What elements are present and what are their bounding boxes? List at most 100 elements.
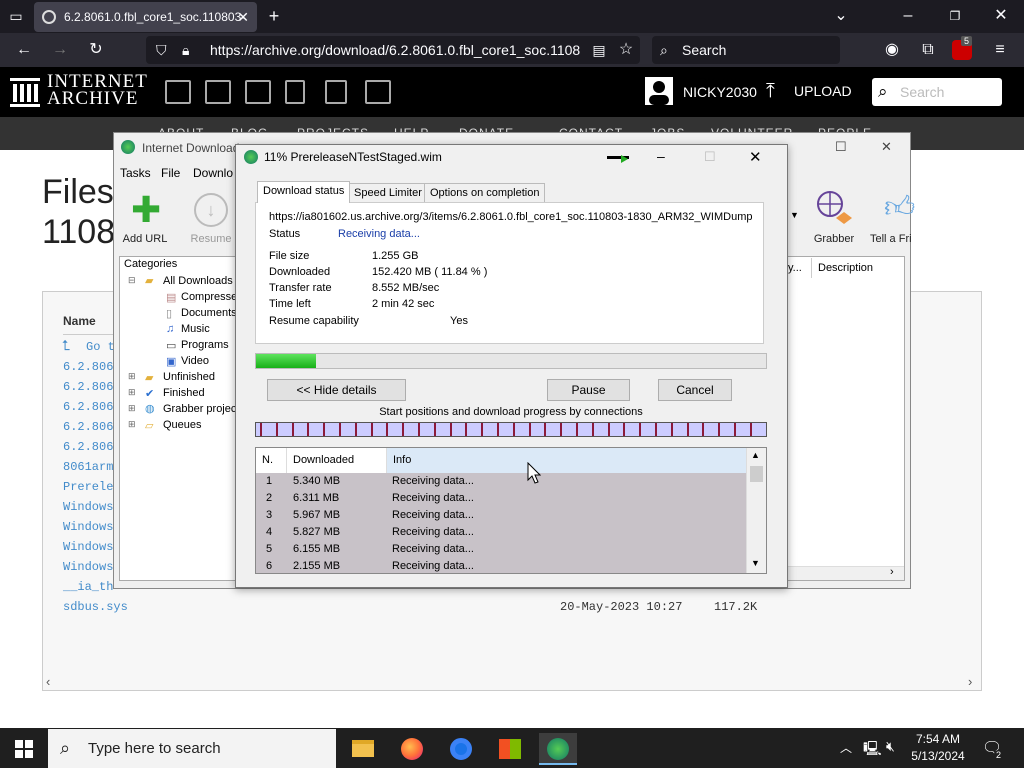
- category-all-downloads[interactable]: All Downloads: [163, 275, 233, 287]
- category-music[interactable]: Music: [181, 323, 210, 335]
- column-description-header[interactable]: Description: [818, 262, 873, 274]
- list-item[interactable]: sdbus.sys: [63, 600, 128, 614]
- account-icon[interactable]: ◉: [880, 38, 904, 62]
- web-icon[interactable]: [165, 80, 191, 104]
- table-row[interactable]: 1 5.340 MB Receiving data...: [256, 473, 747, 490]
- firefox-icon[interactable]: [393, 733, 431, 765]
- restore-icon[interactable]: ❐: [943, 4, 967, 28]
- list-item[interactable]: 6.2.806: [63, 400, 113, 414]
- dialog-maximize-icon[interactable]: ☐: [704, 149, 716, 165]
- category-finished[interactable]: Finished: [163, 387, 205, 399]
- tell-a-friend-icon[interactable]: 👍︎: [884, 192, 915, 224]
- dialog-minimize-icon[interactable]: –: [657, 148, 665, 164]
- list-item[interactable]: 6.2.806: [63, 360, 113, 374]
- idm-menu-tasks[interactable]: Tasks: [120, 166, 151, 180]
- column-size-header[interactable]: y...: [788, 262, 802, 274]
- list-item[interactable]: Prerele: [63, 480, 113, 494]
- idm-menu-file[interactable]: File: [161, 166, 180, 180]
- tab-download-status[interactable]: Download status: [257, 181, 351, 203]
- add-url-button[interactable]: Add URL: [120, 233, 170, 245]
- list-item[interactable]: 6.2.806: [63, 420, 113, 434]
- list-item[interactable]: Windows: [63, 540, 113, 554]
- taskbar-search-box[interactable]: ⌕ Type here to search: [48, 729, 336, 768]
- column-downloaded-header[interactable]: Downloaded: [287, 448, 387, 473]
- scroll-right-icon[interactable]: ›: [968, 674, 972, 689]
- tree-expand-icon[interactable]: ⊞: [128, 371, 136, 382]
- name-column-header[interactable]: Name: [63, 314, 96, 328]
- back-icon[interactable]: ←: [12, 38, 36, 62]
- list-item[interactable]: Windows: [63, 500, 113, 514]
- category-grabber-projects[interactable]: Grabber projec: [163, 403, 236, 415]
- username-link[interactable]: NICKY2030: [683, 84, 757, 100]
- url-bar[interactable]: ⛉ 🔒︎ https://archive.org/download/6.2.80…: [146, 36, 640, 64]
- browser-search-box[interactable]: ⌕ Search: [652, 36, 840, 64]
- list-item[interactable]: Windows: [63, 560, 113, 574]
- list-item[interactable]: Windows: [63, 520, 113, 534]
- scrollbar-thumb[interactable]: [750, 466, 763, 482]
- network-icon[interactable]: 🖳︎: [863, 738, 882, 762]
- scroll-right-icon[interactable]: ›: [890, 566, 894, 578]
- volume-muted-icon[interactable]: 🔇︎: [886, 738, 895, 755]
- tab-speed-limiter[interactable]: Speed Limiter: [348, 183, 428, 202]
- taskbar-clock[interactable]: 7:54 AM 5/13/2024: [906, 731, 970, 765]
- list-item[interactable]: 6.2.806: [63, 440, 113, 454]
- dialog-close-icon[interactable]: ✕: [749, 148, 762, 166]
- texts-icon[interactable]: [205, 80, 231, 104]
- microsoft-store-icon[interactable]: [491, 733, 529, 765]
- category-documents[interactable]: Documents: [181, 307, 237, 319]
- table-row[interactable]: 4 5.827 MB Receiving data...: [256, 524, 747, 541]
- reload-icon[interactable]: ↻: [84, 38, 108, 62]
- reader-view-icon[interactable]: ▤: [587, 38, 611, 62]
- software-icon[interactable]: [325, 80, 347, 104]
- minimize-icon[interactable]: –: [896, 4, 920, 28]
- bookmark-star-icon[interactable]: ☆: [614, 38, 638, 62]
- list-all-tabs-icon[interactable]: ⌄: [829, 4, 853, 28]
- archive-logo-text[interactable]: INTERNET ARCHIVE: [47, 72, 148, 108]
- tree-expand-icon[interactable]: ⊞: [128, 403, 136, 414]
- tree-expand-icon[interactable]: ⊞: [128, 419, 136, 430]
- close-window-icon[interactable]: ✕: [989, 4, 1013, 28]
- chrome-icon[interactable]: [442, 733, 480, 765]
- column-info-header[interactable]: Info: [387, 448, 747, 473]
- horizontal-scrollbar[interactable]: [786, 566, 904, 580]
- show-hidden-icons-icon[interactable]: ︿: [840, 739, 852, 756]
- upload-link[interactable]: UPLOAD: [794, 83, 852, 99]
- resume-icon[interactable]: ↓: [194, 193, 228, 227]
- archive-logo-icon[interactable]: [10, 76, 40, 108]
- browser-tab-active[interactable]: 6.2.8061.0.fbl_core1_soc.110803- ✕: [34, 2, 257, 32]
- video-icon[interactable]: [245, 80, 271, 104]
- forward-icon[interactable]: →: [48, 38, 72, 62]
- column-n-header[interactable]: N.: [256, 448, 287, 473]
- category-unfinished[interactable]: Unfinished: [163, 371, 215, 383]
- pause-button[interactable]: Pause: [547, 379, 630, 401]
- avatar[interactable]: [645, 77, 673, 105]
- tab-options-on-completion[interactable]: Options on completion: [424, 183, 546, 202]
- list-item[interactable]: Go t: [86, 340, 115, 354]
- idm-taskbar-icon[interactable]: [539, 733, 577, 765]
- close-tab-icon[interactable]: ✕: [237, 2, 249, 32]
- go-up-icon[interactable]: ⮤: [62, 337, 70, 354]
- archive-search-input[interactable]: ⌕ Search: [872, 78, 1002, 106]
- tell-a-friend-button[interactable]: Tell a Fri: [870, 233, 914, 245]
- hide-details-button[interactable]: << Hide details: [267, 379, 406, 401]
- idm-menu-downloads[interactable]: Downlo: [193, 166, 233, 180]
- tree-expand-icon[interactable]: ⊞: [128, 387, 136, 398]
- table-row[interactable]: 3 5.967 MB Receiving data...: [256, 507, 747, 524]
- list-item[interactable]: 8061arm: [63, 460, 113, 474]
- tab-list-icon[interactable]: ▭: [4, 4, 28, 28]
- idm-close-icon[interactable]: ✕: [881, 139, 892, 155]
- list-item[interactable]: __ia_th: [63, 580, 113, 594]
- grabber-icon[interactable]: [812, 190, 856, 230]
- list-item[interactable]: 6.2.806: [63, 380, 113, 394]
- cancel-button[interactable]: Cancel: [658, 379, 732, 401]
- file-explorer-icon[interactable]: [344, 733, 382, 765]
- menu-icon[interactable]: ≡: [988, 38, 1012, 62]
- add-url-icon[interactable]: ✚: [131, 192, 161, 228]
- table-row[interactable]: 5 6.155 MB Receiving data...: [256, 541, 747, 558]
- scroll-left-icon[interactable]: ‹: [46, 674, 50, 689]
- images-icon[interactable]: [365, 80, 391, 104]
- upload-icon[interactable]: ⤒: [766, 80, 775, 103]
- table-row[interactable]: 6 2.155 MB Receiving data...: [256, 558, 747, 573]
- toolbar-dropdown-icon[interactable]: ▼: [790, 210, 799, 220]
- tree-collapse-icon[interactable]: ⊟: [128, 275, 136, 286]
